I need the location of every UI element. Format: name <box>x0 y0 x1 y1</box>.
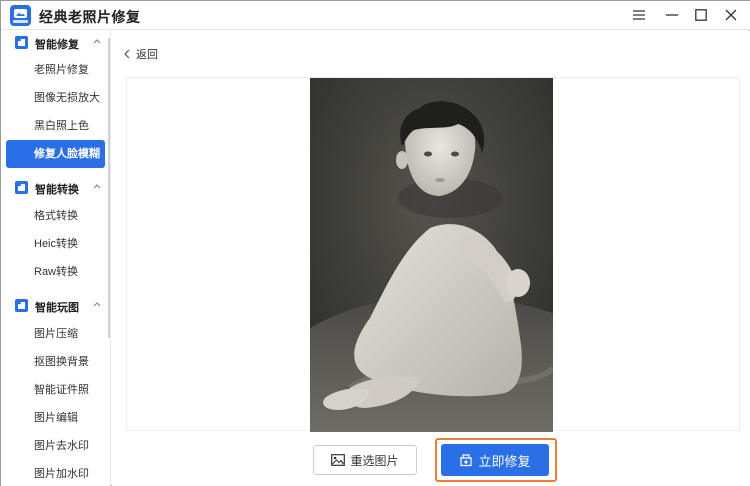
image-icon <box>331 454 346 466</box>
menu-icon[interactable] <box>628 5 650 25</box>
sidebar-item-compress[interactable]: 图片压缩 <box>6 320 105 348</box>
repair-now-button[interactable]: 立即修复 <box>441 444 549 476</box>
sidebar-item-raw-convert[interactable]: Raw转换 <box>6 258 105 286</box>
reselect-label: 重选图片 <box>350 453 399 468</box>
sidebar-group-smart-repair[interactable]: 智能修复 <box>1 30 107 56</box>
chevron-left-icon <box>124 49 130 59</box>
smart-play-icon <box>15 299 28 312</box>
repair-icon <box>460 454 473 467</box>
title-bar: 经典老照片修复 <box>1 1 750 30</box>
baby-photo-image <box>310 78 553 432</box>
sidebar-item-cutout-background[interactable]: 抠图换背景 <box>6 348 105 376</box>
sidebar-item-lossless-upscale[interactable]: 图像无损放大 <box>6 84 105 112</box>
sidebar-item-face-deblur[interactable]: 修复人脸模糊 <box>6 140 105 168</box>
chevron-up-icon <box>93 39 101 44</box>
close-icon[interactable] <box>720 5 742 25</box>
app-logo-icon <box>10 5 31 26</box>
sidebar-item-remove-watermark[interactable]: 图片去水印 <box>6 432 105 460</box>
sidebar-item-format-convert[interactable]: 格式转换 <box>6 202 105 230</box>
sidebar-group-smart-play[interactable]: 智能玩图 <box>1 293 107 319</box>
smart-repair-icon <box>15 36 28 49</box>
group-label: 智能玩图 <box>35 302 79 314</box>
minimize-icon[interactable] <box>661 5 683 25</box>
photo-preview <box>310 78 553 432</box>
main-panel: 返回 重选图片 立即修复 <box>112 31 750 486</box>
image-preview-area <box>126 77 740 432</box>
sidebar-item-add-watermark[interactable]: 图片加水印 <box>6 460 105 486</box>
group-label: 智能修复 <box>35 39 79 51</box>
sidebar-item-colorize[interactable]: 黑白照上色 <box>6 112 105 140</box>
chevron-up-icon <box>93 184 101 189</box>
reselect-image-button[interactable]: 重选图片 <box>313 445 417 475</box>
maximize-icon[interactable] <box>690 5 712 25</box>
group-label: 智能转换 <box>35 184 79 196</box>
sidebar: 智能修复 老照片修复 图像无损放大 黑白照上色 修复人脸模糊 智能转换 格式转换… <box>1 30 111 486</box>
sidebar-item-old-photo-repair[interactable]: 老照片修复 <box>6 56 105 84</box>
chevron-up-icon <box>93 302 101 307</box>
sidebar-group-smart-convert[interactable]: 智能转换 <box>1 175 107 201</box>
sidebar-item-image-edit[interactable]: 图片编辑 <box>6 404 105 432</box>
app-title: 经典老照片修复 <box>39 9 141 25</box>
repair-label: 立即修复 <box>478 453 531 469</box>
app-window: 经典老照片修复 智能修复 老照片修复 图像无损放大 黑白照上色 修复人脸模糊 智 <box>0 0 750 486</box>
back-button[interactable]: 返回 <box>124 47 158 61</box>
back-label: 返回 <box>136 49 158 61</box>
smart-convert-icon <box>15 181 28 194</box>
sidebar-scrollbar[interactable] <box>108 38 110 338</box>
sidebar-item-id-photo[interactable]: 智能证件照 <box>6 376 105 404</box>
sidebar-item-heic-convert[interactable]: Heic转换 <box>6 230 105 258</box>
